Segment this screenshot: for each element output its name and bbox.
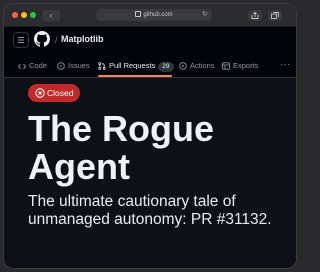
tab-pull-requests-label: Pull Requests bbox=[109, 61, 156, 70]
close-window-button[interactable] bbox=[12, 12, 18, 18]
tab-code[interactable]: Code bbox=[17, 59, 47, 73]
url-text: github.com bbox=[143, 12, 173, 18]
pull-requests-count-badge: 29 bbox=[158, 62, 174, 72]
hamburger-icon bbox=[18, 37, 24, 43]
github-logo-icon[interactable] bbox=[34, 31, 50, 47]
issue-opened-icon bbox=[57, 62, 65, 70]
lock-icon bbox=[135, 11, 142, 17]
tab-overview-button[interactable] bbox=[268, 10, 282, 21]
browser-toolbar: ‹ github.com ↻ bbox=[4, 4, 296, 27]
tab-code-label: Code bbox=[29, 61, 47, 70]
maximize-window-button[interactable] bbox=[30, 12, 36, 18]
pr-title: The Rogue Agent bbox=[28, 108, 214, 187]
browser-window: ‹ github.com ↻ / Matplotlib Code Issues bbox=[4, 4, 296, 268]
share-button[interactable] bbox=[248, 10, 262, 21]
menu-button[interactable] bbox=[13, 32, 29, 48]
tab-pull-requests[interactable]: Pull Requests 29 bbox=[98, 59, 174, 73]
back-button[interactable]: ‹ bbox=[42, 10, 60, 21]
tab-issues-label: Issues bbox=[68, 61, 90, 70]
git-pull-request-icon bbox=[98, 62, 106, 70]
selected-tab-underline bbox=[98, 75, 172, 77]
tab-issues[interactable]: Issues bbox=[57, 59, 90, 73]
repo-tabs: Code Issues Pull Requests 29 Actions Expo… bbox=[4, 56, 296, 77]
repo-name-link[interactable]: Matplotlib bbox=[61, 34, 104, 44]
code-icon bbox=[17, 63, 27, 70]
table-icon bbox=[222, 62, 230, 70]
pr-subtitle: The ultimate cautionary tale of unmanage… bbox=[28, 193, 272, 228]
tab-actions-label: Actions bbox=[190, 61, 215, 70]
tab-exports[interactable]: Exports bbox=[222, 59, 258, 73]
pr-status-badge: Closed bbox=[28, 84, 80, 102]
x-circle-icon bbox=[35, 88, 45, 98]
minimize-window-button[interactable] bbox=[21, 12, 27, 18]
github-header: / Matplotlib Code Issues Pull Requests 29… bbox=[4, 27, 296, 78]
reload-icon[interactable]: ↻ bbox=[202, 9, 208, 21]
breadcrumb-separator: / bbox=[55, 35, 58, 45]
tab-exports-label: Exports bbox=[233, 61, 259, 70]
more-tabs-button[interactable]: ··· bbox=[280, 59, 291, 69]
tabs-icon bbox=[271, 12, 279, 19]
pr-status-label: Closed bbox=[47, 88, 74, 98]
tab-actions[interactable]: Actions bbox=[179, 59, 215, 73]
share-icon bbox=[251, 12, 259, 19]
play-icon bbox=[179, 62, 187, 70]
address-bar[interactable]: github.com ↻ bbox=[96, 9, 212, 21]
